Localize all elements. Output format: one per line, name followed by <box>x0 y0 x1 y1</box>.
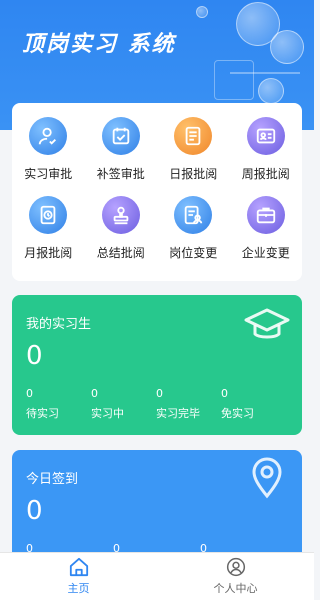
today-checkin-card[interactable]: 今日签到 0 0 0 0 <box>12 450 302 560</box>
card-title: 我的实习生 <box>26 317 92 332</box>
menu-position-change[interactable]: 岗位变更 <box>157 196 230 261</box>
person-check-icon <box>29 117 68 155</box>
stat-label: 免实习 <box>221 407 254 420</box>
menu-weekly-report-review[interactable]: 周报批阅 <box>230 117 303 182</box>
nav-profile[interactable]: 个人中心 <box>157 553 314 600</box>
nav-home[interactable]: 主页 <box>0 553 157 600</box>
daily-report-icon <box>174 117 213 155</box>
home-icon <box>69 557 88 577</box>
decorative-line <box>230 72 300 74</box>
menu-label: 实习审批 <box>24 167 73 181</box>
stat-label: 实习完毕 <box>156 407 200 420</box>
user-icon <box>226 557 245 577</box>
nav-home-label: 主页 <box>67 582 90 595</box>
menu-daily-report-review[interactable]: 日报批阅 <box>157 117 230 182</box>
stat-label: 实习中 <box>91 407 124 420</box>
menu-makeup-signin-approval[interactable]: 补签审批 <box>85 117 158 182</box>
menu-monthly-report-review[interactable]: 月报批阅 <box>12 196 85 261</box>
interns-total: 0 <box>26 341 43 371</box>
decorative-bubble <box>270 30 304 64</box>
menu-label: 企业变更 <box>241 246 290 260</box>
stat-value: 0 <box>91 387 98 400</box>
id-card-icon <box>246 117 285 155</box>
stat-value: 0 <box>26 387 33 400</box>
stat-value: 0 <box>221 387 228 400</box>
interns-stats: 0 待实习 0 实习中 0 实习完毕 0 免实习 <box>26 387 296 421</box>
stamp-icon <box>101 196 140 234</box>
function-grid-card: 实习审批 补签审批 日报批阅 周报批阅 月报批阅 总结批阅 岗位变更 企业变更 <box>12 103 302 281</box>
graduation-cap-icon <box>242 305 292 349</box>
decorative-bubble <box>258 78 284 104</box>
clock-doc-icon <box>29 196 68 234</box>
location-pin-icon <box>250 456 284 504</box>
nav-profile-label: 个人中心 <box>213 582 258 595</box>
menu-label: 月报批阅 <box>24 246 73 260</box>
stat-value: 0 <box>156 387 163 400</box>
menu-label: 总结批阅 <box>96 246 145 260</box>
my-interns-card[interactable]: 我的实习生 0 0 待实习 0 实习中 0 实习完毕 0 免实习 <box>12 295 302 435</box>
menu-label: 补签审批 <box>96 167 145 181</box>
bottom-nav: 主页 个人中心 <box>0 552 314 600</box>
card-title: 今日签到 <box>26 472 79 487</box>
briefcase-icon <box>246 196 285 234</box>
menu-summary-review[interactable]: 总结批阅 <box>85 196 158 261</box>
stat-label: 待实习 <box>26 407 59 420</box>
stat-pending[interactable]: 0 待实习 <box>26 387 91 421</box>
app-title: 顶岗实习 系统 <box>22 32 176 57</box>
decorative-bubble <box>196 6 208 18</box>
checkin-total: 0 <box>26 496 43 526</box>
calendar-check-icon <box>101 117 140 155</box>
stat-completed[interactable]: 0 实习完毕 <box>156 387 221 421</box>
menu-label: 岗位变更 <box>169 246 218 260</box>
decorative-line <box>214 60 254 100</box>
function-grid: 实习审批 补签审批 日报批阅 周报批阅 月报批阅 总结批阅 岗位变更 企业变更 <box>12 117 302 261</box>
menu-label: 周报批阅 <box>241 167 290 181</box>
menu-label: 日报批阅 <box>169 167 218 181</box>
stat-in-progress[interactable]: 0 实习中 <box>91 387 156 421</box>
document-person-icon <box>174 196 213 234</box>
menu-internship-approval[interactable]: 实习审批 <box>12 117 85 182</box>
menu-company-change[interactable]: 企业变更 <box>230 196 303 261</box>
stat-exempt[interactable]: 0 免实习 <box>221 387 286 421</box>
